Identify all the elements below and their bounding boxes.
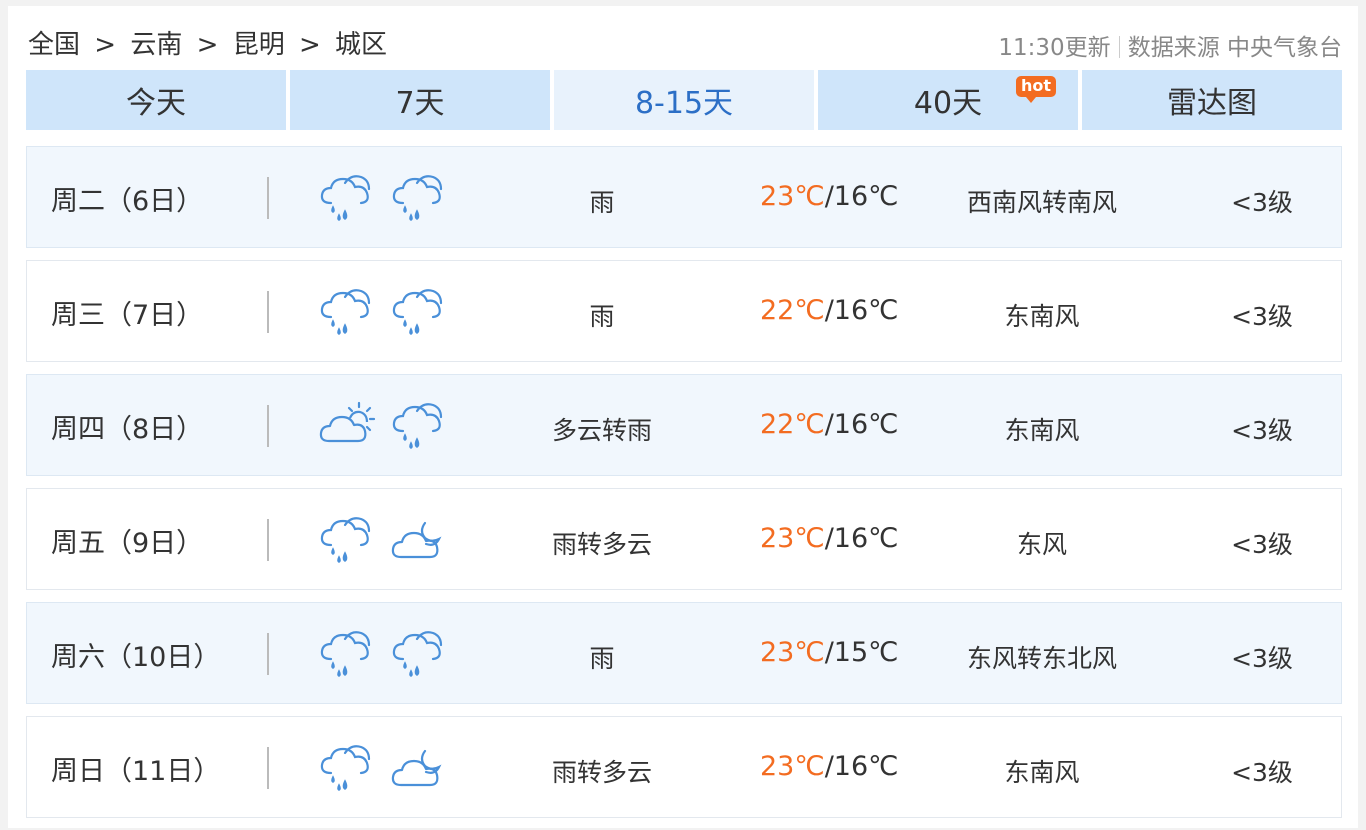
- weather-icons: [317, 511, 457, 571]
- divider: [267, 747, 269, 789]
- temp-low: /16℃: [824, 295, 899, 326]
- wind-level: <3级: [1231, 644, 1293, 673]
- forecast-row: 周六（10日） 雨 23℃/15℃ 东风转东北风 <3级: [26, 602, 1342, 704]
- update-info: 11:30更新 数据来源 中央气象台: [998, 28, 1342, 62]
- forecast-row: 周五（9日） 雨转多云 23℃/16℃ 东风 <3级: [26, 488, 1342, 590]
- divider: [1118, 36, 1120, 58]
- divider: [267, 405, 269, 447]
- temperature: 23℃/16℃: [760, 751, 898, 782]
- wind-direction: 东风转东北风: [966, 644, 1117, 673]
- tab-label: 今天: [126, 86, 186, 121]
- wind-direction: 东风: [1016, 530, 1067, 559]
- temperature: 23℃/16℃: [760, 181, 898, 212]
- weather-icons: [317, 739, 457, 799]
- temp-low: /16℃: [824, 751, 899, 782]
- weather-text: 雨: [589, 644, 615, 673]
- weather-icons: [317, 169, 457, 229]
- day-label: 周五（9日）: [51, 528, 204, 559]
- forecast-row: 周二（6日） 雨 23℃/16℃ 西南风转南风 <3级: [26, 146, 1342, 248]
- tab-label: 7天: [395, 86, 445, 121]
- day-label: 周三（7日）: [51, 300, 204, 331]
- wind-direction: 东南风: [1004, 758, 1080, 787]
- temp-high: 23℃: [760, 637, 825, 668]
- weather-text: 多云转雨: [551, 416, 652, 445]
- forecast-row: 周日（11日） 雨转多云 23℃/16℃ 东南风 <3级: [26, 716, 1342, 818]
- breadcrumb-city[interactable]: 昆明: [233, 30, 285, 60]
- wind-level: <3级: [1231, 188, 1293, 217]
- wind-direction: 东南风: [1004, 416, 1080, 445]
- wind-level: <3级: [1231, 416, 1293, 445]
- temp-high: 23℃: [760, 181, 825, 212]
- day-label: 周日（11日）: [51, 756, 221, 787]
- tab-label: 40天: [913, 86, 983, 121]
- weather-icons: [317, 397, 457, 457]
- tab-radar[interactable]: 雷达图: [1082, 70, 1342, 130]
- breadcrumb-separator: >: [94, 30, 117, 60]
- weather-text: 雨: [589, 302, 615, 331]
- tab-7-days[interactable]: 7天: [290, 70, 550, 130]
- breadcrumb-separator: >: [298, 30, 321, 60]
- divider: [267, 291, 269, 333]
- tab-8-15-days[interactable]: 8-15天: [554, 70, 814, 130]
- temp-high: 23℃: [760, 751, 825, 782]
- forecast-row: 周三（7日） 雨 22℃/16℃ 东南风 <3级: [26, 260, 1342, 362]
- data-source: 数据来源 中央气象台: [1127, 35, 1342, 61]
- temp-low: /16℃: [824, 181, 899, 212]
- tab-40-days[interactable]: 40天 hot: [818, 70, 1078, 130]
- weather-text: 雨: [589, 188, 615, 217]
- breadcrumb-province[interactable]: 云南: [130, 30, 182, 60]
- top-bar: 全国 > 云南 > 昆明 > 城区 11:30更新 数据来源 中央气象台: [8, 6, 1358, 70]
- divider: [267, 633, 269, 675]
- breadcrumb-separator: >: [196, 30, 219, 60]
- forecast-tabs: 今天 7天 8-15天 40天 hot 雷达图: [26, 70, 1342, 130]
- tab-today[interactable]: 今天: [26, 70, 286, 130]
- update-time: 11:30更新: [998, 35, 1111, 61]
- wind-direction: 东南风: [1004, 302, 1080, 331]
- divider: [267, 177, 269, 219]
- weather-icons: [317, 625, 457, 685]
- temperature: 23℃/16℃: [760, 523, 898, 554]
- temp-high: 22℃: [760, 295, 825, 326]
- forecast-row: 周四（8日） 多云转雨 22℃/16℃ 东南风 <3级: [26, 374, 1342, 476]
- day-label: 周六（10日）: [51, 642, 221, 673]
- day-label: 周四（8日）: [51, 414, 204, 445]
- temperature: 22℃/16℃: [760, 409, 898, 440]
- forecast-list: 周二（6日）雨 23℃/16℃ 西南风转南风 <3级 周三（7日）雨 22℃/16℃ 东南风…: [26, 146, 1342, 830]
- temp-high: 22℃: [760, 409, 825, 440]
- tab-label: 雷达图: [1167, 86, 1257, 121]
- wind-level: <3级: [1231, 302, 1293, 331]
- temperature: 22℃/16℃: [760, 295, 898, 326]
- weather-icons: [317, 283, 457, 343]
- temp-low: /16℃: [824, 523, 899, 554]
- tab-label: 8-15天: [634, 86, 734, 121]
- breadcrumb-country[interactable]: 全国: [28, 30, 80, 60]
- temp-high: 23℃: [760, 523, 825, 554]
- temp-low: /15℃: [824, 637, 899, 668]
- hot-badge: hot: [1015, 76, 1056, 103]
- wind-level: <3级: [1231, 758, 1293, 787]
- temperature: 23℃/15℃: [760, 637, 898, 668]
- wind-level: <3级: [1231, 530, 1293, 559]
- day-label: 周二（6日）: [51, 186, 204, 217]
- temp-low: /16℃: [824, 409, 899, 440]
- divider: [267, 519, 269, 561]
- breadcrumb-district: 城区: [335, 30, 388, 60]
- weather-text: 雨转多云: [551, 758, 652, 787]
- weather-panel: 全国 > 云南 > 昆明 > 城区 11:30更新 数据来源 中央气象台 今天 7…: [8, 6, 1358, 828]
- weather-text: 雨转多云: [551, 530, 652, 559]
- wind-direction: 西南风转南风: [966, 188, 1117, 217]
- breadcrumb: 全国 > 云南 > 昆明 > 城区: [28, 24, 387, 61]
